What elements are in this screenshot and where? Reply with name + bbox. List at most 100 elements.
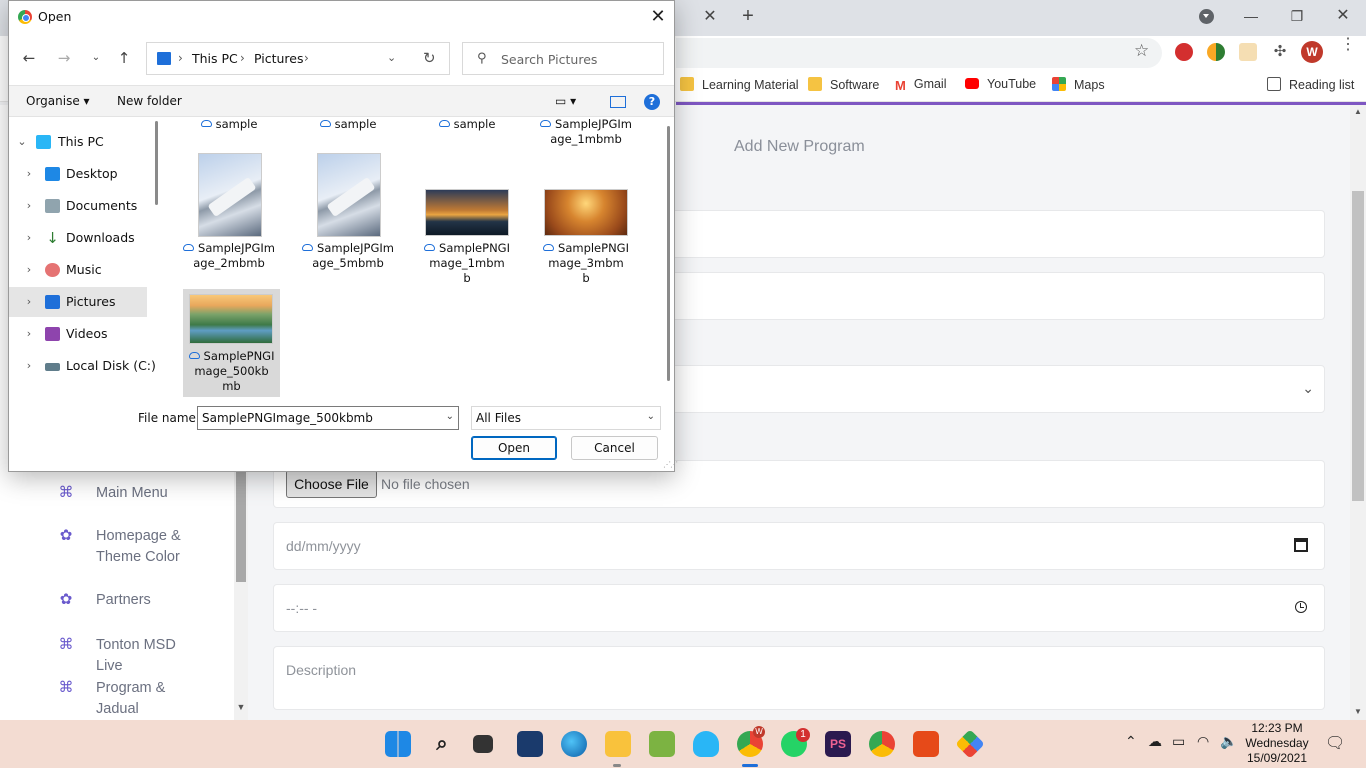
sidebar-item-main-menu[interactable]: ⌘ Main Menu (58, 483, 206, 504)
navigation-pane-scrollbar[interactable] (155, 121, 158, 205)
search-pictures-box[interactable]: ⚲ (462, 42, 664, 75)
restore-icon[interactable]: ❐ (1285, 4, 1309, 28)
widgets-icon[interactable] (517, 731, 543, 757)
bookmark-youtube[interactable]: YouTube (965, 77, 1036, 91)
file-item[interactable]: SampleJPGIm age_1mbmb (536, 117, 636, 147)
sidebar-item-partners[interactable]: ✿ Partners (58, 590, 206, 611)
extension-globe-icon[interactable] (1207, 43, 1225, 61)
breadcrumb-this-pc[interactable]: This PC (192, 51, 238, 66)
tree-item-pictures[interactable]: › Pictures (9, 287, 147, 317)
sidebar-scroll-thumb[interactable] (236, 470, 246, 582)
address-bar[interactable] (676, 38, 1162, 68)
refresh-icon[interactable]: ↻ (423, 49, 436, 67)
new-folder-button[interactable]: New folder (117, 94, 182, 108)
description-textarea[interactable]: Description (273, 646, 1325, 710)
tree-item-desktop[interactable]: › Desktop (9, 159, 149, 189)
start-icon[interactable] (385, 731, 411, 757)
open-button[interactable]: Open (471, 436, 557, 460)
dialog-titlebar[interactable]: Open ✕ (9, 1, 674, 33)
sidebar-item-homepage-theme[interactable]: ✿ Homepage & Theme Color (58, 526, 206, 568)
phpstorm-icon[interactable]: PS (825, 731, 851, 757)
chevron-right-icon[interactable]: › (21, 191, 37, 221)
bookmark-learning-material[interactable]: Learning Material (680, 77, 799, 92)
page-scroll-thumb[interactable] (1352, 191, 1364, 501)
chevron-right-icon[interactable]: › (21, 319, 37, 349)
address-history-chevron-icon[interactable]: ⌄ (387, 51, 396, 64)
date-field[interactable]: dd/mm/yyyy (273, 522, 1325, 570)
browser-menu-icon[interactable]: ⋮ (1340, 37, 1356, 53)
file-item[interactable]: SampleJPGIm age_5mbmb (298, 151, 398, 271)
chevron-right-icon[interactable]: › (21, 287, 37, 317)
dialog-close-icon[interactable]: ✕ (645, 5, 671, 29)
minimize-icon[interactable]: — (1239, 4, 1263, 28)
sidebar-item-program-jadual[interactable]: ⌘ Program & Jadual (58, 678, 206, 720)
sidebar-scroll-down-icon[interactable]: ▼ (236, 702, 246, 712)
adblock-extension-icon[interactable] (1175, 43, 1193, 61)
chevron-right-icon[interactable]: › (21, 255, 37, 285)
tree-item-documents[interactable]: › Documents (9, 191, 149, 221)
organise-button[interactable]: Organise ▾ (26, 94, 90, 108)
file-explorer-icon[interactable] (605, 731, 631, 757)
tree-item-music[interactable]: › Music (9, 255, 149, 285)
close-window-icon[interactable]: ✕ (1331, 4, 1355, 28)
bookmark-gmail[interactable]: M Gmail (895, 77, 947, 93)
extensions-puzzle-icon[interactable]: ✣ (1271, 43, 1289, 61)
file-name-input[interactable] (202, 410, 437, 426)
wifi-icon[interactable]: ◠ (1197, 733, 1209, 750)
breadcrumb-pictures[interactable]: Pictures (254, 51, 304, 66)
tree-item-this-pc[interactable]: ⌄ This PC (9, 127, 149, 157)
tree-item-local-disk[interactable]: › Local Disk (C:) (9, 351, 156, 381)
calendar-icon[interactable] (1294, 538, 1308, 552)
cancel-button[interactable]: Cancel (571, 436, 658, 460)
bookmark-maps[interactable]: Maps (1052, 77, 1105, 92)
preview-pane-icon[interactable] (610, 96, 626, 108)
notepad-icon[interactable] (649, 731, 675, 757)
file-item[interactable]: SampleJPGIm age_2mbmb (179, 151, 279, 271)
up-arrow-icon[interactable]: ↑ (116, 50, 132, 66)
resize-grip-icon[interactable]: ⋰⋰ (663, 460, 678, 469)
page-scroll-up-icon[interactable]: ▲ (1352, 107, 1364, 116)
tab-close-icon[interactable]: ✕ (700, 7, 720, 27)
file-name-combobox[interactable]: ⌄ (197, 406, 459, 430)
forward-arrow-icon[interactable]: → (56, 50, 72, 66)
choose-file-button[interactable]: Choose File (286, 470, 377, 498)
recent-locations-chevron-icon[interactable]: ⌄ (88, 50, 104, 66)
system-clock[interactable]: 12:23 PM Wednesday 15/09/2021 (1232, 721, 1322, 766)
tree-item-videos[interactable]: › Videos (9, 319, 149, 349)
edge-icon[interactable] (561, 731, 587, 757)
file-item-selected[interactable]: SamplePNGI mage_500kb mb (183, 289, 280, 397)
bookmark-software[interactable]: Software (808, 77, 879, 92)
chevron-right-icon[interactable]: › (21, 159, 37, 189)
office-icon[interactable] (913, 731, 939, 757)
time-field[interactable]: --:-- - (273, 584, 1325, 632)
help-icon[interactable]: ? (644, 94, 660, 110)
chevron-right-icon[interactable]: › (21, 223, 37, 253)
new-tab-icon[interactable]: + (738, 5, 758, 27)
chevron-right-icon[interactable]: › (21, 351, 37, 381)
tab-search-icon[interactable] (1199, 9, 1214, 24)
chevron-down-icon[interactable]: ⌄ (14, 127, 30, 157)
file-item[interactable]: sample (417, 117, 517, 145)
profile-avatar[interactable]: W (1301, 41, 1323, 63)
page-scroll-down-icon[interactable]: ▼ (1352, 707, 1364, 716)
onedrive-icon[interactable]: ☁ (1148, 733, 1162, 750)
app-diamond-icon[interactable] (955, 729, 985, 759)
notification-icon[interactable]: 🗨 (1325, 733, 1345, 753)
battery-icon[interactable]: ▭ (1172, 733, 1185, 750)
tree-item-downloads[interactable]: › ↓ Downloads (9, 223, 149, 253)
sidebar-item-tonton-msd-live[interactable]: ⌘ Tonton MSD Live (58, 635, 206, 677)
app-icon[interactable] (693, 731, 719, 757)
search-input[interactable] (501, 50, 656, 68)
file-item[interactable]: sample (179, 117, 279, 145)
clock-icon[interactable] (1295, 601, 1307, 613)
file-item[interactable]: sample (298, 117, 398, 145)
extension-frame-icon[interactable] (1239, 43, 1257, 61)
chrome-profile-icon[interactable] (869, 731, 895, 757)
chevron-down-icon[interactable]: ⌄ (446, 411, 454, 422)
file-type-select[interactable]: All Files ⌄ (471, 406, 661, 430)
file-item[interactable]: SamplePNGI mage_1mbm b (417, 151, 517, 286)
back-arrow-icon[interactable]: ← (21, 50, 37, 66)
address-breadcrumb[interactable]: › This PC › Pictures › ⌄ ↻ (146, 42, 450, 75)
view-options-button[interactable]: ▭ ▾ (555, 94, 576, 108)
tray-chevron-icon[interactable]: ⌃ (1125, 733, 1137, 750)
